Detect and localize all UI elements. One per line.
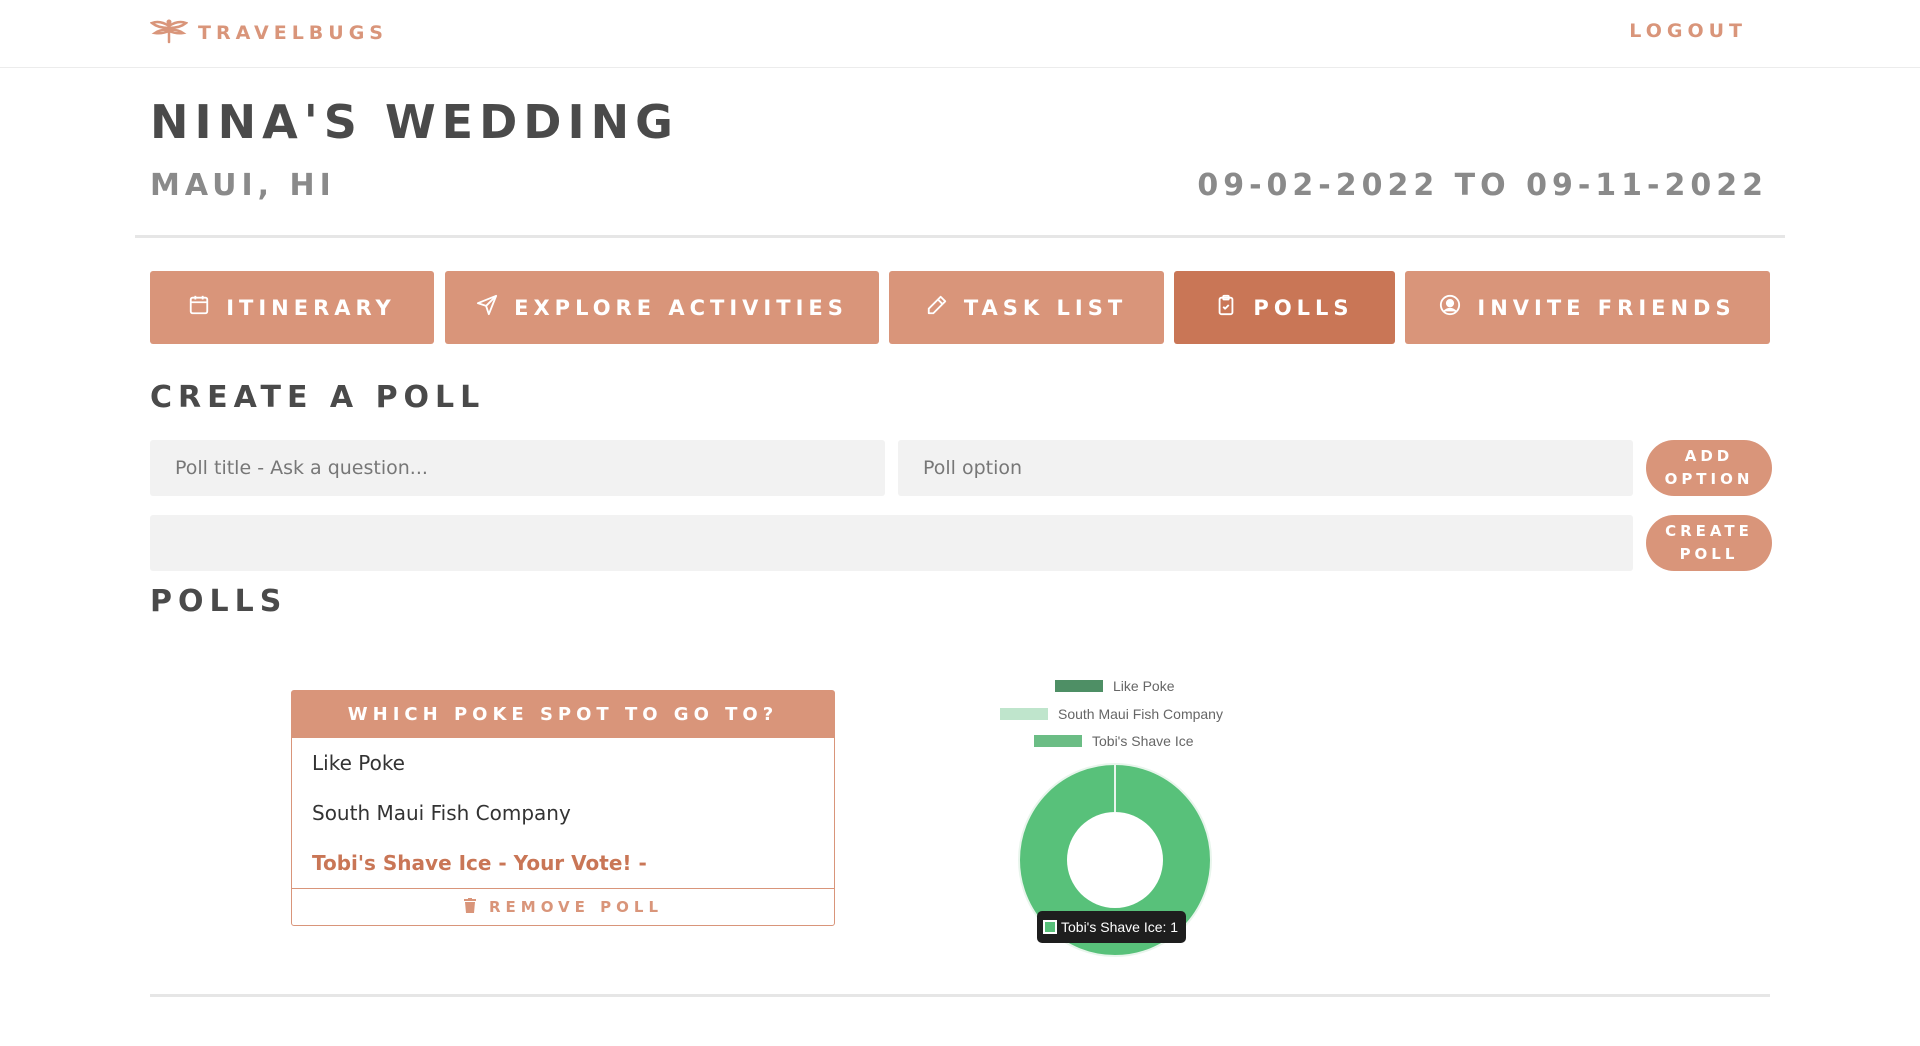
poll-options-preview — [150, 515, 1633, 571]
add-option-label-line1: ADD — [1684, 447, 1734, 465]
legend-swatch — [1000, 708, 1048, 720]
remove-poll-label: REMOVE POLL — [488, 898, 663, 916]
trip-location: MAUI, HI — [150, 168, 336, 203]
trash-icon — [463, 897, 477, 917]
poll-card: WHICH POKE SPOT TO GO TO? Like Poke Sout… — [291, 690, 835, 926]
poll-option-like-poke[interactable]: Like Poke — [312, 751, 405, 775]
tooltip-swatch — [1043, 920, 1057, 934]
tab-itinerary-label: ITINERARY — [226, 295, 396, 320]
remove-poll-button[interactable]: REMOVE POLL — [292, 888, 834, 925]
top-navbar: TRAVELBUGS LOGOUT — [0, 0, 1920, 68]
user-circle-icon — [1439, 294, 1461, 321]
brand-logo[interactable]: TRAVELBUGS — [149, 18, 388, 48]
tab-explore-activities[interactable]: EXPLORE ACTIVITIES — [445, 271, 879, 344]
tab-invite-label: INVITE FRIENDS — [1477, 295, 1736, 320]
add-option-label-line2: OPTION — [1664, 470, 1754, 488]
add-option-button[interactable]: ADD OPTION — [1646, 440, 1772, 496]
brand-name: TRAVELBUGS — [198, 22, 388, 44]
pencil-icon — [926, 294, 948, 321]
poll-question: WHICH POKE SPOT TO GO TO? — [292, 691, 834, 738]
legend-label: Tobi's Shave Ice — [1092, 733, 1194, 749]
tab-task-list[interactable]: TASK LIST — [889, 271, 1164, 344]
create-poll-heading: CREATE A POLL — [150, 380, 486, 415]
trip-title: NINA'S WEDDING — [150, 95, 679, 149]
poll-option-input[interactable] — [898, 440, 1633, 496]
poll-option-tobis-voted[interactable]: Tobi's Shave Ice - Your Vote! - — [312, 851, 647, 875]
tab-task-list-label: TASK LIST — [963, 295, 1128, 320]
legend-item-tobis[interactable]: Tobi's Shave Ice — [1034, 733, 1194, 749]
tab-itinerary[interactable]: ITINERARY — [150, 271, 434, 344]
clipboard-icon — [1215, 294, 1237, 321]
footer-divider — [150, 994, 1770, 997]
dragonfly-icon — [149, 18, 189, 48]
tab-explore-label: EXPLORE ACTIVITIES — [514, 295, 848, 320]
paper-plane-icon — [476, 294, 498, 321]
tab-polls[interactable]: POLLS — [1174, 271, 1395, 344]
logout-link[interactable]: LOGOUT — [1629, 20, 1747, 42]
trip-dates: 09-02-2022 TO 09-11-2022 — [1197, 168, 1768, 203]
tab-polls-label: POLLS — [1253, 295, 1354, 320]
tooltip-text: Tobi's Shave Ice: 1 — [1061, 919, 1179, 935]
poll-option-south-maui[interactable]: South Maui Fish Company — [312, 801, 571, 825]
legend-label: South Maui Fish Company — [1058, 706, 1223, 722]
create-poll-label-line1: CREATE — [1665, 522, 1753, 540]
create-poll-label-line2: POLL — [1679, 545, 1739, 563]
header-divider — [135, 235, 1785, 238]
legend-swatch — [1034, 735, 1082, 747]
polls-heading: POLLS — [150, 584, 288, 619]
legend-swatch — [1055, 680, 1103, 692]
donut-hole — [1067, 812, 1163, 908]
poll-title-input[interactable] — [150, 440, 885, 496]
legend-label: Like Poke — [1113, 678, 1175, 694]
chart-tooltip: Tobi's Shave Ice: 1 — [1037, 911, 1187, 943]
tab-invite-friends[interactable]: INVITE FRIENDS — [1405, 271, 1770, 344]
legend-item-south-maui[interactable]: South Maui Fish Company — [1000, 706, 1223, 722]
legend-item-like-poke[interactable]: Like Poke — [1055, 678, 1174, 694]
calendar-icon — [188, 294, 210, 321]
create-poll-button[interactable]: CREATE POLL — [1646, 515, 1772, 571]
